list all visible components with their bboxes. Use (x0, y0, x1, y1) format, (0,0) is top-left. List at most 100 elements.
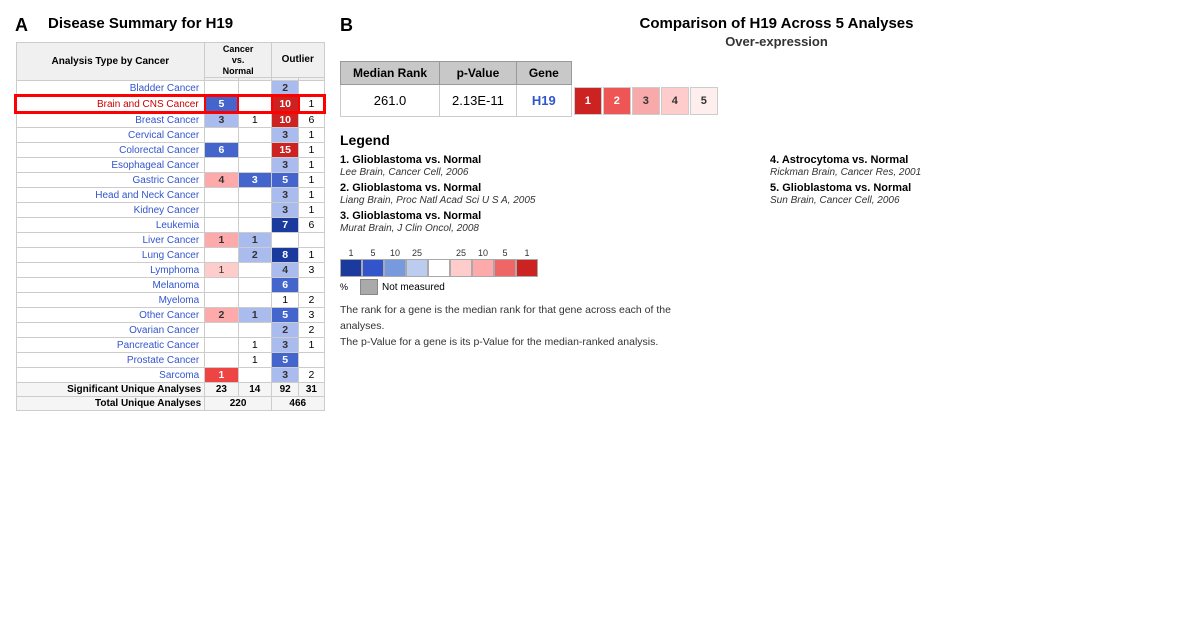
rank-boxes-header (571, 62, 720, 85)
out-total: 466 (272, 397, 324, 411)
legend-item-sub: Rickman Brain, Cancer Res, 2001 (770, 167, 921, 178)
legend-item-main: 2. Glioblastoma vs. Normal (340, 182, 481, 194)
legend-item-main: 5. Glioblastoma vs. Normal (770, 182, 911, 194)
cv1-cell: 1 (205, 368, 238, 383)
cv1-cell (205, 353, 238, 368)
cancer-name: Myeloma (16, 293, 205, 308)
out2-cell: 6 (299, 112, 324, 128)
pvalue-value: 2.13E-11 (440, 85, 517, 117)
cancer-name: Gastric Cancer (16, 173, 205, 188)
rank-boxes-cell: 12345 (571, 85, 720, 117)
cancer-name: Esophageal Cancer (16, 158, 205, 173)
cv2-cell: 1 (238, 353, 271, 368)
scale-color-box (494, 259, 516, 277)
cancer-name: Colorectal Cancer (16, 143, 205, 158)
legend-grid: 1. Glioblastoma vs. NormalLee Brain, Can… (340, 154, 1180, 238)
analysis-type-header: Analysis Type by Cancer (16, 43, 205, 81)
cancer-name: Ovarian Cancer (16, 323, 205, 338)
cv1-cell (205, 218, 238, 233)
out1-cell: 4 (272, 263, 299, 278)
cv2-cell (238, 96, 271, 112)
out1-cell: 6 (272, 278, 299, 293)
scale-num: 1 (340, 248, 362, 258)
out2-cell: 1 (299, 158, 324, 173)
out1-cell: 5 (272, 173, 299, 188)
out1-cell: 3 (272, 203, 299, 218)
cv1-cell (205, 293, 238, 308)
scale-color-box (450, 259, 472, 277)
out2-cell: 3 (299, 263, 324, 278)
cv2-cell (238, 218, 271, 233)
out1-cell: 3 (272, 128, 299, 143)
footnote-text: The rank for a gene is the median rank f… (340, 303, 1180, 350)
comparison-table: Median Rank p-Value Gene 261.0 2.13E-11 … (340, 61, 720, 117)
cv1-cell (205, 278, 238, 293)
footnotes: The rank for a gene is the median rank f… (340, 303, 1180, 350)
cancer-name: Cervical Cancer (16, 128, 205, 143)
out1-cell: 3 (272, 188, 299, 203)
legend-item-sub: Murat Brain, J Clin Oncol, 2008 (340, 223, 479, 234)
cv2-cell: 1 (238, 233, 271, 248)
cv1-cell: 1 (205, 263, 238, 278)
scale-num: 25 (406, 248, 428, 258)
scale-num: 5 (362, 248, 384, 258)
panel-a-title: Disease Summary for H19 (48, 15, 233, 32)
cancer-name: Liver Cancer (16, 233, 205, 248)
scale-color-box (516, 259, 538, 277)
scale-color-box (384, 259, 406, 277)
out2-cell: 1 (299, 128, 324, 143)
out2-cell: 1 (299, 338, 324, 353)
out2-cell: 6 (299, 218, 324, 233)
footer-sig-cell: 92 (272, 383, 299, 397)
cv1-cell (205, 323, 238, 338)
cancer-name: Lung Cancer (16, 248, 205, 263)
cv1-cell (205, 158, 238, 173)
cv2-cell (238, 368, 271, 383)
cv1-cell: 1 (205, 233, 238, 248)
rank-box: 2 (603, 87, 631, 115)
legend-item-sub: Sun Brain, Cancer Cell, 2006 (770, 195, 900, 206)
not-measured-label: Not measured (360, 279, 445, 295)
cv2-cell (238, 188, 271, 203)
out2-cell: 1 (299, 173, 324, 188)
out1-cell: 3 (272, 158, 299, 173)
cancer-name: Breast Cancer (16, 112, 205, 128)
legend-section: Legend 1. Glioblastoma vs. NormalLee Bra… (340, 132, 1180, 238)
cv2-cell (238, 263, 271, 278)
cv2-cell: 1 (238, 112, 271, 128)
cv1-cell (205, 188, 238, 203)
panel-a: A Disease Summary for H19 Analysis Type … (10, 10, 330, 609)
rank-box: 5 (690, 87, 718, 115)
scale-num: 10 (384, 248, 406, 258)
out1-cell: 10 (272, 96, 299, 112)
percent-label: % (340, 282, 348, 292)
footer-sig-cell: 23 (205, 383, 238, 397)
cancer-name: Brain and CNS Cancer (16, 96, 205, 112)
cv2-cell (238, 323, 271, 338)
cv2-cell (238, 143, 271, 158)
cv2-cell: 1 (238, 338, 271, 353)
gene-value[interactable]: H19 (516, 85, 571, 117)
rank-box: 1 (574, 87, 602, 115)
cv1-cell (205, 338, 238, 353)
scale-color-box (362, 259, 384, 277)
cv2-cell (238, 158, 271, 173)
legend-item-sub: Liang Brain, Proc Natl Acad Sci U S A, 2… (340, 195, 535, 206)
legend-left-col: 1. Glioblastoma vs. NormalLee Brain, Can… (340, 154, 750, 238)
footer-sig-cell: 31 (299, 383, 324, 397)
cancer-name: Bladder Cancer (16, 81, 205, 97)
scale-color-box (406, 259, 428, 277)
cancer-name: Melanoma (16, 278, 205, 293)
out2-cell: 2 (299, 323, 324, 338)
out2-cell (299, 278, 324, 293)
legend-item-main: 3. Glioblastoma vs. Normal (340, 210, 481, 222)
out2-cell (299, 233, 324, 248)
out2-cell (299, 353, 324, 368)
cv1-cell: 4 (205, 173, 238, 188)
out2-cell (299, 81, 324, 97)
cv2-cell (238, 278, 271, 293)
cv1-cell (205, 81, 238, 97)
out1-cell: 2 (272, 323, 299, 338)
cancer-name: Pancreatic Cancer (16, 338, 205, 353)
footer-sig-cell: Significant Unique Analyses (16, 383, 205, 397)
